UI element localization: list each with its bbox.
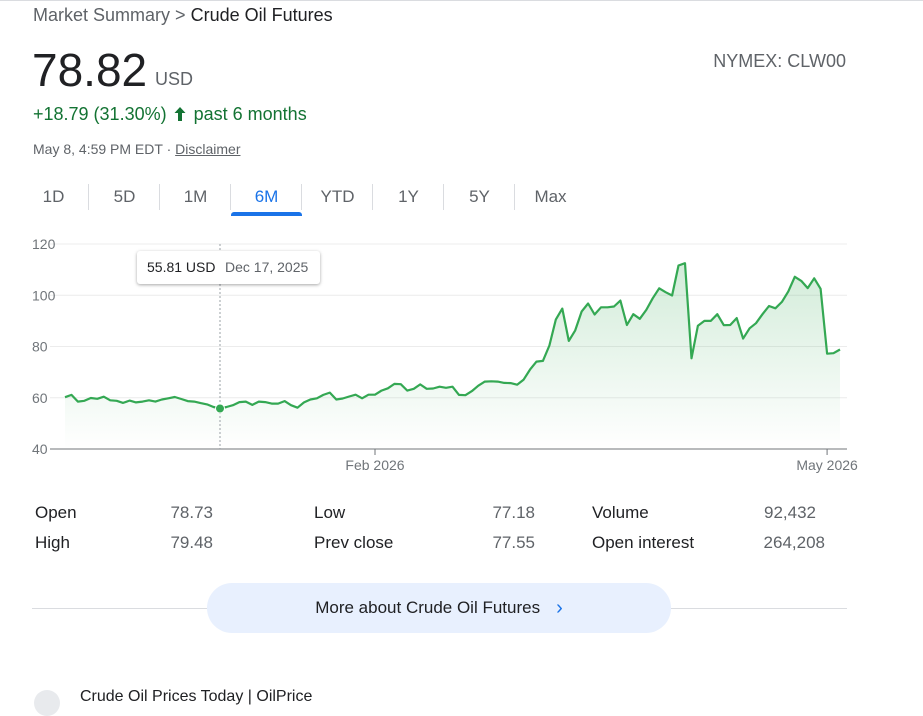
stat-label: Low	[314, 503, 346, 522]
tab-6m[interactable]: 6M	[231, 178, 302, 216]
top-divider	[0, 0, 923, 1]
tab-1d[interactable]: 1D	[18, 178, 89, 216]
y-tick-label: 80	[32, 339, 48, 355]
stat-label: Prev close	[314, 533, 394, 552]
stat-value: 92,432	[764, 503, 816, 522]
next-result-title[interactable]: Crude Oil Prices Today | OilPrice	[80, 688, 312, 706]
tab-ytd[interactable]: YTD	[302, 178, 373, 216]
tab-1y[interactable]: 1Y	[373, 178, 444, 216]
breadcrumb-parent[interactable]: Market Summary	[33, 5, 170, 25]
stat-label: Open interest	[592, 533, 695, 552]
timestamp-text: May 8, 4:59 PM EDT	[33, 141, 163, 157]
timestamp-separator: ·	[166, 141, 172, 157]
tab-5d[interactable]: 5D	[89, 178, 160, 216]
breadcrumb: Market Summary > Crude Oil Futures	[33, 5, 333, 26]
stat-prev-close: Prev close 77.55	[314, 533, 535, 553]
chart-tooltip: 55.81 USD Dec 17, 2025	[137, 251, 320, 284]
quote-timestamp: May 8, 4:59 PM EDT · Disclaimer	[33, 141, 240, 157]
stat-label: High	[35, 533, 70, 552]
range-tabs: 1D 5D 1M 6M YTD 1Y 5Y Max	[18, 178, 586, 216]
x-tick-label: Feb 2026	[345, 457, 404, 473]
price-area-fill	[65, 263, 840, 449]
tooltip-date: Dec 17, 2025	[225, 259, 309, 275]
site-favicon-icon	[34, 690, 60, 716]
stat-value: 77.55	[492, 533, 535, 552]
highlight-point	[215, 403, 225, 414]
stat-value: 264,208	[763, 533, 825, 552]
stat-open-interest: Open interest 264,208	[592, 533, 825, 553]
stat-value: 78.73	[170, 503, 213, 522]
stat-value: 77.18	[492, 503, 535, 522]
y-tick-label: 60	[32, 390, 48, 406]
price-change: +18.79 (31.30%) past 6 months	[33, 104, 307, 125]
stat-value: 79.48	[170, 533, 213, 552]
x-tick-label: May 2026	[796, 457, 858, 473]
stat-low: Low 77.18	[314, 503, 535, 523]
stat-label: Volume	[592, 503, 649, 522]
stat-open: Open 78.73	[35, 503, 213, 523]
tab-5y[interactable]: 5Y	[444, 178, 515, 216]
tab-1m[interactable]: 1M	[160, 178, 231, 216]
arrow-up-icon	[174, 107, 186, 121]
stat-high: High 79.48	[35, 533, 213, 553]
breadcrumb-current: Crude Oil Futures	[190, 5, 333, 25]
stat-label: Open	[35, 503, 77, 522]
price-currency: USD	[155, 69, 194, 89]
y-tick-label: 120	[32, 236, 56, 252]
more-about-label: More about Crude Oil Futures	[315, 598, 541, 617]
current-price: 78.82	[32, 44, 148, 96]
change-value: +18.79 (31.30%)	[33, 104, 167, 124]
stat-volume: Volume 92,432	[592, 503, 816, 523]
breadcrumb-separator: >	[175, 5, 186, 25]
tab-max[interactable]: Max	[515, 178, 586, 216]
exchange-ticker: NYMEX: CLW00	[713, 51, 846, 71]
chevron-right-icon: ›	[556, 597, 563, 619]
change-period: past 6 months	[193, 104, 307, 124]
y-tick-label: 100	[32, 287, 56, 303]
y-tick-label: 40	[32, 441, 48, 457]
disclaimer-link[interactable]: Disclaimer	[175, 141, 240, 157]
tooltip-value: 55.81 USD	[147, 259, 216, 275]
more-about-button[interactable]: More about Crude Oil Futures ›	[207, 583, 671, 633]
